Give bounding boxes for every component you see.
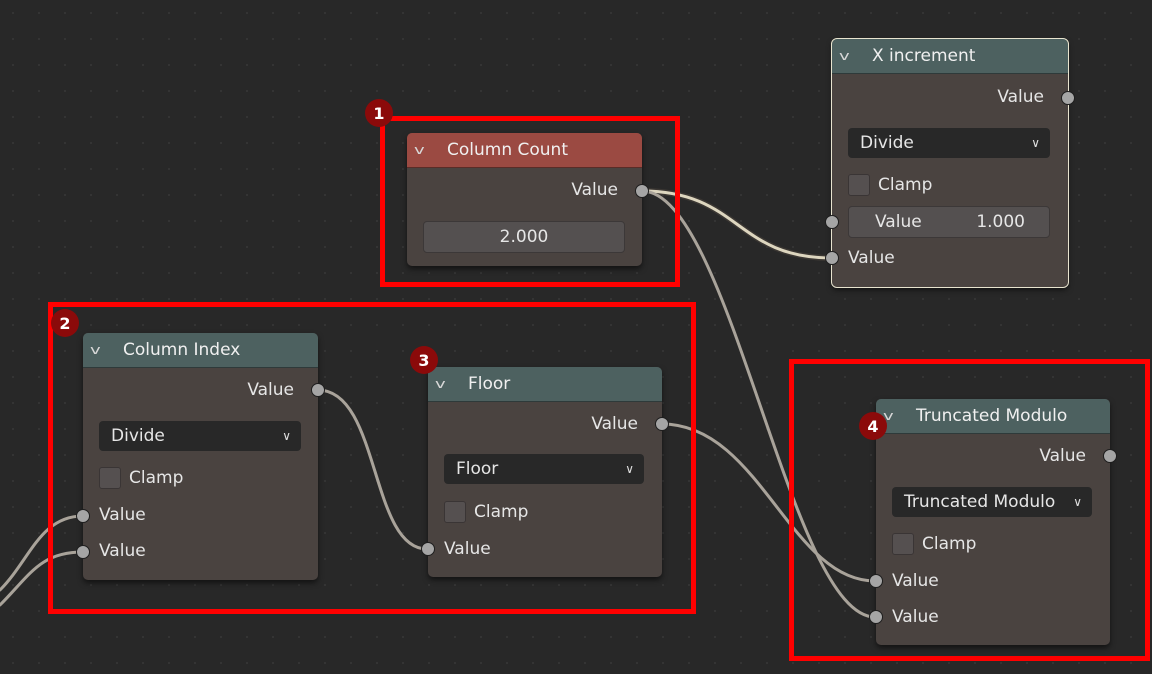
operation-dropdown[interactable]: Divide ∨	[848, 128, 1050, 158]
chevron-down-icon[interactable]: v	[839, 49, 869, 63]
output-socket[interactable]	[1061, 91, 1075, 105]
value-field[interactable]: Value 1.000	[848, 206, 1050, 238]
annotation-box-4	[789, 359, 1150, 661]
clamp-checkbox[interactable]	[848, 174, 870, 196]
field-value: 1.000	[976, 212, 1025, 232]
input-row: Value	[832, 248, 1068, 268]
node-title: X increment	[872, 46, 976, 66]
annotation-box-1	[380, 116, 680, 287]
input-label: Value	[848, 248, 895, 268]
field-label: Value	[875, 212, 922, 232]
operation-value: Divide	[860, 133, 914, 153]
input-socket[interactable]	[825, 251, 839, 265]
output-label: Value	[997, 87, 1044, 107]
annotation-badge-4: 4	[859, 412, 887, 440]
clamp-row[interactable]: Clamp	[848, 174, 932, 196]
annotation-badge-1: 1	[365, 99, 393, 127]
annotation-badge-3: 3	[410, 346, 438, 374]
value-input-socket[interactable]	[825, 215, 839, 229]
chevron-down-icon: ∨	[1031, 136, 1040, 150]
output-row: Value	[832, 87, 1068, 107]
clamp-label: Clamp	[878, 175, 933, 195]
annotation-box-2	[48, 302, 696, 614]
node-header[interactable]: v X increment	[832, 39, 1068, 74]
annotation-badge-2: 2	[51, 309, 79, 337]
node-x-increment[interactable]: v X increment Value Divide ∨ Clamp Value…	[825, 38, 1075, 288]
